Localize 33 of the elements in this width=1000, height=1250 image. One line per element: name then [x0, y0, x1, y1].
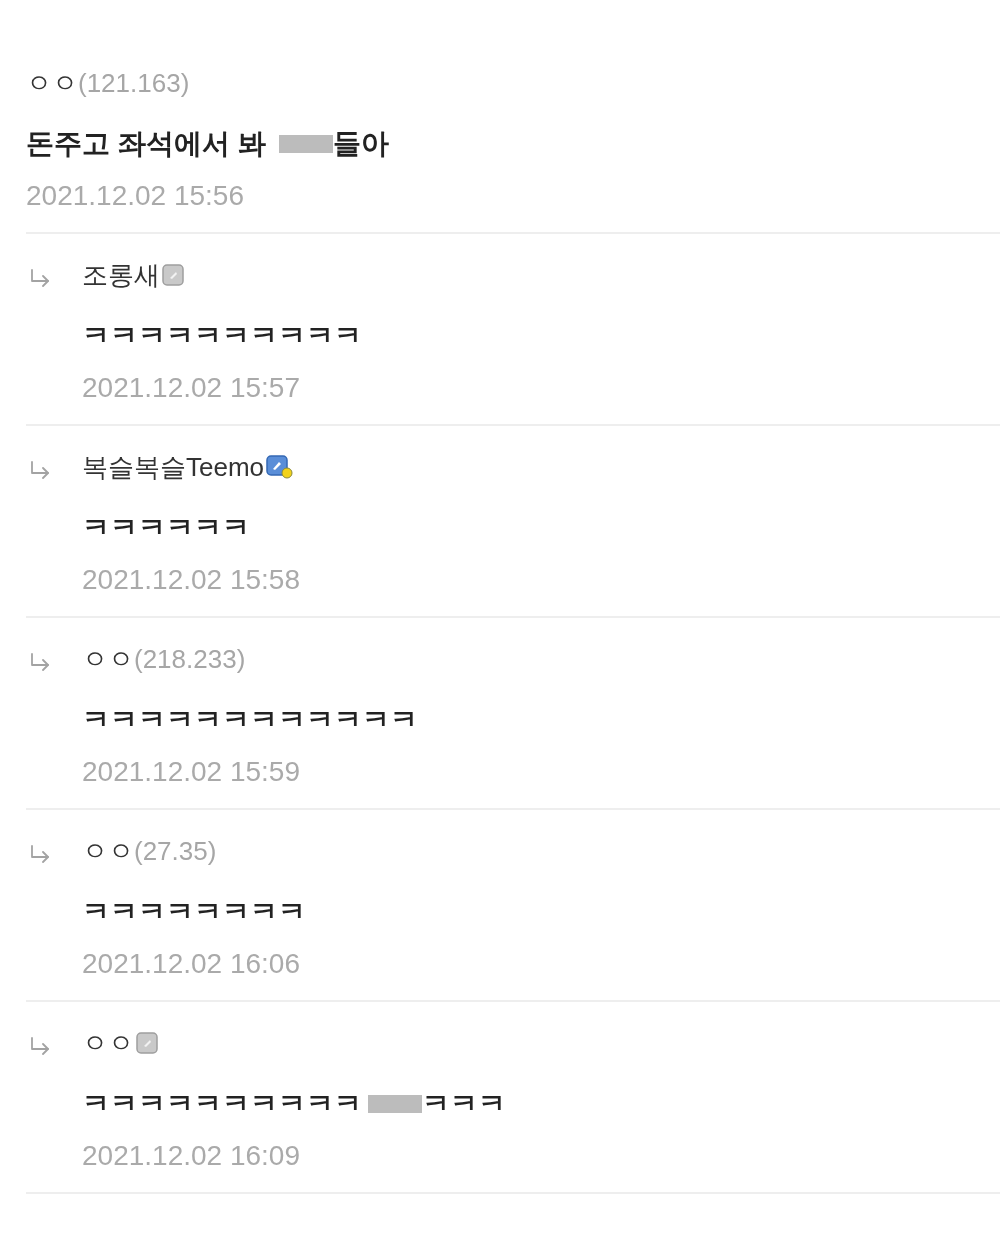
author-ip: (121.163)	[78, 67, 190, 99]
comment-date: 2021.12.02 15:59	[82, 756, 300, 788]
comment-text: ㅋㅋㅋㅋㅋㅋㅋㅋㅋㅋ	[82, 1087, 362, 1121]
author-name[interactable]: ㅇㅇ	[82, 1027, 134, 1059]
author-ip: (27.35)	[134, 835, 217, 867]
comment-text: ㅋㅋㅋㅋㅋㅋㅋㅋㅋㅋ	[82, 319, 362, 353]
comment-text: 돈주고 좌석에서 봐	[26, 127, 267, 161]
reply-arrow-icon	[29, 1037, 51, 1055]
comment-date: 2021.12.02 16:06	[82, 948, 300, 980]
author-ip: (218.233)	[134, 643, 246, 675]
author-name[interactable]: ㅇㅇ	[82, 835, 134, 867]
redaction-bar	[368, 1095, 422, 1113]
author-name[interactable]: ㅇㅇ	[26, 67, 78, 99]
comment-text: ㅋㅋㅋㅋㅋㅋㅋㅋ	[82, 895, 306, 929]
comment-date: 2021.12.02 15:57	[82, 372, 300, 404]
author-name[interactable]: 복슬복슬Teemo	[82, 451, 265, 483]
redaction-bar	[279, 135, 334, 153]
comment-date: 2021.12.02 15:58	[82, 564, 300, 596]
square-badge-icon	[136, 1032, 158, 1054]
author-name[interactable]: ㅇㅇ	[82, 643, 134, 675]
comment-date: 2021.12.02 16:09	[82, 1140, 300, 1172]
reply-arrow-icon	[29, 845, 51, 863]
comment-text: ㅋㅋㅋ	[422, 1087, 506, 1121]
square-badge-icon	[162, 264, 184, 286]
square-badge-with-dot-icon	[266, 455, 294, 479]
comment-date: 2021.12.02 15:56	[26, 180, 244, 212]
reply-arrow-icon	[29, 269, 51, 287]
reply-arrow-icon	[29, 653, 51, 671]
comment-text: 들아	[333, 127, 390, 161]
comment-text: ㅋㅋㅋㅋㅋㅋㅋㅋㅋㅋㅋㅋ	[82, 703, 418, 737]
author-name[interactable]: 조롱새	[82, 259, 160, 291]
reply-arrow-icon	[29, 461, 51, 479]
comment-text: ㅋㅋㅋㅋㅋㅋ	[82, 511, 250, 545]
